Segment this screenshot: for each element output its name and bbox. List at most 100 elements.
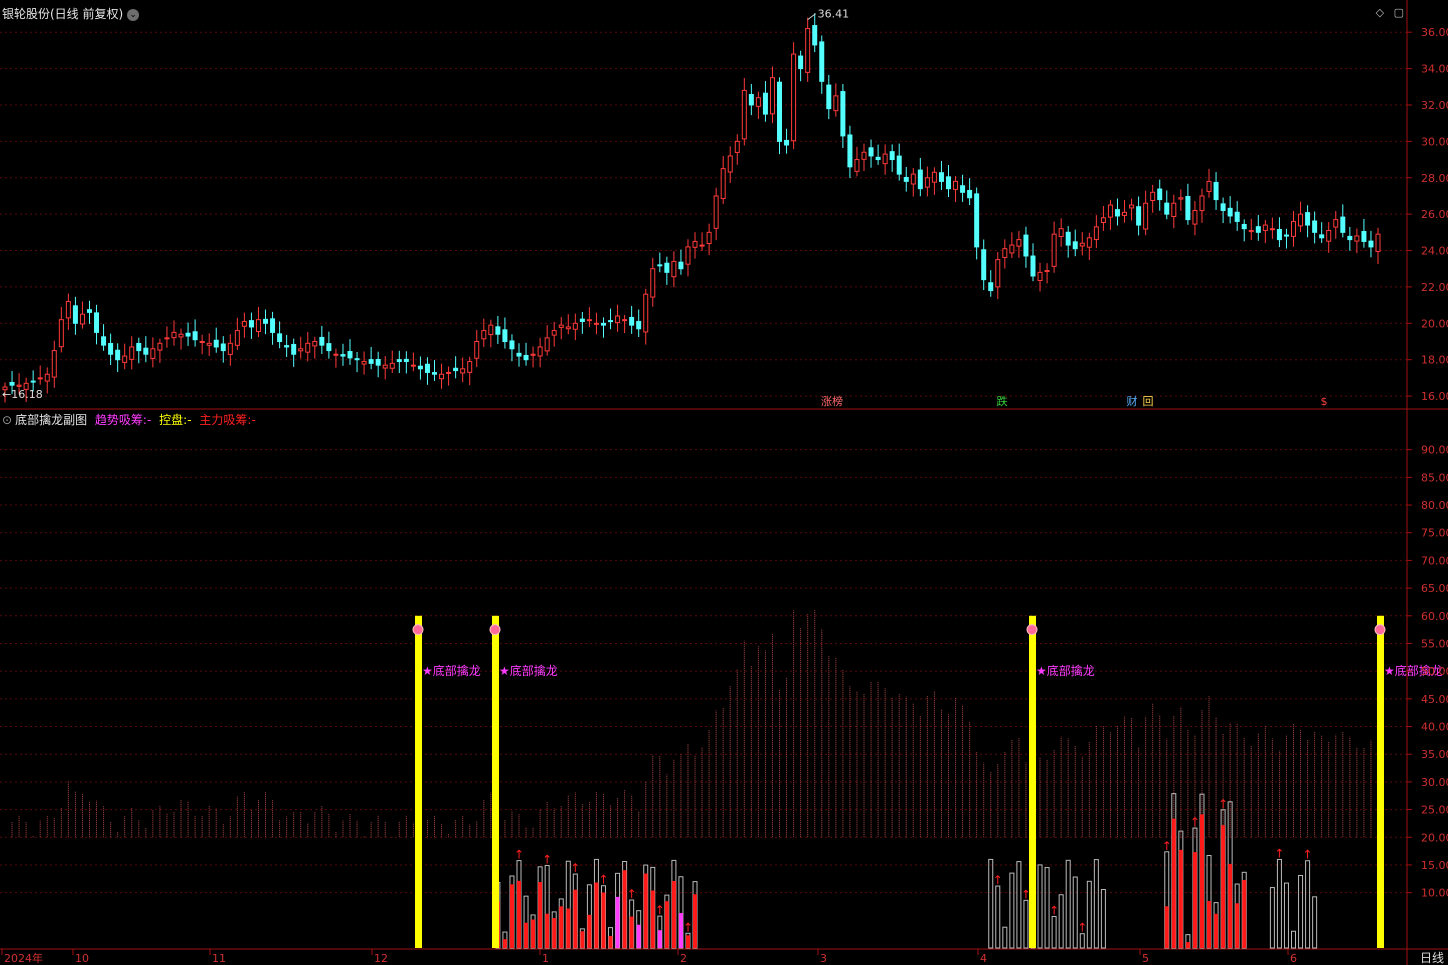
candle [1326,222,1332,253]
candle [37,365,43,385]
event-marker[interactable]: 涨榜 [821,394,843,408]
candle [1312,211,1318,244]
indicator-tick-label: 65.00 [1421,582,1448,595]
candle-body [58,319,64,348]
stock-chart[interactable]: 36.41←16.18 ↑ ↑↑↑↑↑↑↑↑↑↑↑↑↑↑ ↑★底部擒龙 ★底部擒龙 ★底… [0,0,1448,965]
candle-body [629,316,635,326]
legend-trend-name: 趋势吸筹 [94,413,143,427]
candle-body [171,331,177,339]
indicator-tick-label: 25.00 [1421,804,1448,817]
price-tick-label: 22.00 [1421,281,1448,294]
x-axis-label: 5 [1142,952,1149,965]
candle [713,187,719,241]
candle [572,313,578,341]
candle-body [988,282,994,292]
event-marker[interactable]: 跌 [997,394,1008,408]
candle [819,35,825,94]
candle-body [854,159,860,172]
candle [403,351,409,374]
candle [178,328,184,350]
indicator-tick-label: 50.00 [1421,665,1448,678]
control-outline-bar [1009,872,1015,949]
chevron-down-icon[interactable]: ⌄ [127,8,140,21]
candle-body [1319,234,1325,239]
candle [1361,218,1367,248]
candle [354,351,360,373]
candle-body [622,319,628,322]
candle-body [819,41,825,82]
candle-body [460,368,466,374]
candle [439,363,445,389]
candle-body [572,322,578,330]
candle-body [1178,197,1184,200]
main-accumulation-bar [693,894,698,948]
candle-body [699,244,705,247]
max-price-label: 36.41 [818,8,850,21]
up-arrow-icon: ↑ [683,920,693,934]
legend-control-value: - [187,413,192,427]
event-marker[interactable]: 财 [1127,394,1138,408]
candle [255,306,261,338]
candle-body [1347,235,1353,241]
candle [967,178,973,206]
maximize-icon[interactable]: ▢ [1394,6,1404,19]
candle [326,331,332,359]
candle [446,366,452,386]
candle [551,321,557,347]
candle-body [1037,271,1043,282]
candle-body [544,337,550,352]
x-axis-label: 11 [212,952,226,965]
candle [488,319,494,348]
x-axis-label: 10 [75,952,89,965]
candle-body [953,180,959,190]
candle [1185,183,1191,225]
indicator-tick-label: 80.00 [1421,499,1448,512]
candle [981,239,987,291]
candle-body [727,155,733,173]
candle [1375,227,1381,264]
candle [523,342,529,366]
candle [171,320,177,346]
period-button[interactable]: 日线 [1420,951,1444,965]
candle [333,348,339,368]
candle-body [1206,180,1212,192]
diamond-icon[interactable]: ◇ [1376,6,1384,19]
candle-body [277,333,283,342]
event-marker[interactable]: $ [1321,395,1328,408]
candle-body [403,358,409,363]
candle [847,125,853,179]
candlestick-chart[interactable]: 36.41 ←16.18 [2,8,1381,403]
close-icon[interactable]: ⊙ [2,413,12,427]
event-marker[interactable]: 回 [1143,395,1154,408]
candle-body [1171,202,1177,217]
candle-body [150,348,156,359]
candle-body [713,195,719,229]
candle-body [417,365,423,370]
candle-body [467,361,473,373]
up-arrow-icon: ↑ [1162,839,1172,853]
candle [615,304,621,332]
candle-body [227,342,233,355]
candle-body [755,97,761,107]
candle-body [439,373,445,380]
candle-body [319,336,325,346]
candle-body [298,348,304,352]
main-accumulation-bar [1192,852,1197,948]
candle-body [551,330,557,336]
candle-body [777,81,783,142]
candle [1079,232,1085,256]
x-axis-label: 1 [542,952,549,965]
candle [678,249,684,275]
candle-body [509,340,515,350]
candle [917,157,923,197]
candle-body [1298,213,1304,227]
candle-body [938,172,944,182]
indicator-tick-label: 90.00 [1421,444,1448,457]
candle [1136,196,1142,236]
candle [1030,243,1036,282]
indicator-chart[interactable]: ↑ ↑↑↑↑↑↑↑↑↑↑↑↑↑↑ ↑★底部擒龙 ★底部擒龙 ★底部擒龙 ★底部擒龙 [5,609,1443,949]
candle-body [945,176,951,190]
candle [1100,206,1106,231]
candle-body [1340,216,1346,233]
control-outline-bar [1072,876,1078,949]
